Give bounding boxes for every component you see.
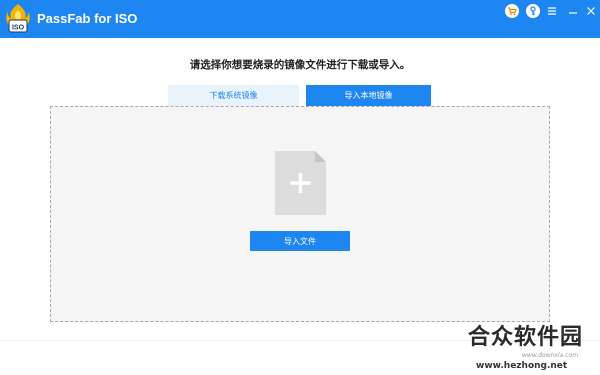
cart-icon[interactable] (505, 4, 519, 18)
key-icon[interactable] (526, 4, 540, 18)
watermark-url: www.hezhong.net (476, 361, 568, 371)
tab-download-system-image[interactable]: 下载系统镜像 (168, 85, 299, 106)
file-drop-zone[interactable]: 导入文件 (50, 106, 550, 322)
tab-import-local-image[interactable]: 导入本地镜像 (306, 85, 431, 106)
passfab-logo-icon: ISO (5, 3, 31, 35)
minimize-icon[interactable] (566, 4, 580, 18)
watermark-subtext: www.downxia.com (522, 352, 579, 359)
watermark-logo-text: 合众软件园 (468, 325, 584, 350)
file-add-icon[interactable] (275, 151, 326, 215)
hamburger-icon[interactable] (545, 4, 559, 18)
close-icon[interactable] (584, 4, 598, 18)
page-heading: 请选择你想要烧录的镜像文件进行下载或导入。 (189, 59, 411, 71)
app-title: PassFab for ISO (37, 11, 138, 26)
title-bar: ISO PassFab for ISO (0, 0, 600, 38)
import-file-button[interactable]: 导入文件 (250, 231, 350, 251)
site-watermark: 合众软件园 www.downxia.com www.hezhong.net (468, 325, 600, 375)
svg-text:ISO: ISO (12, 25, 25, 32)
